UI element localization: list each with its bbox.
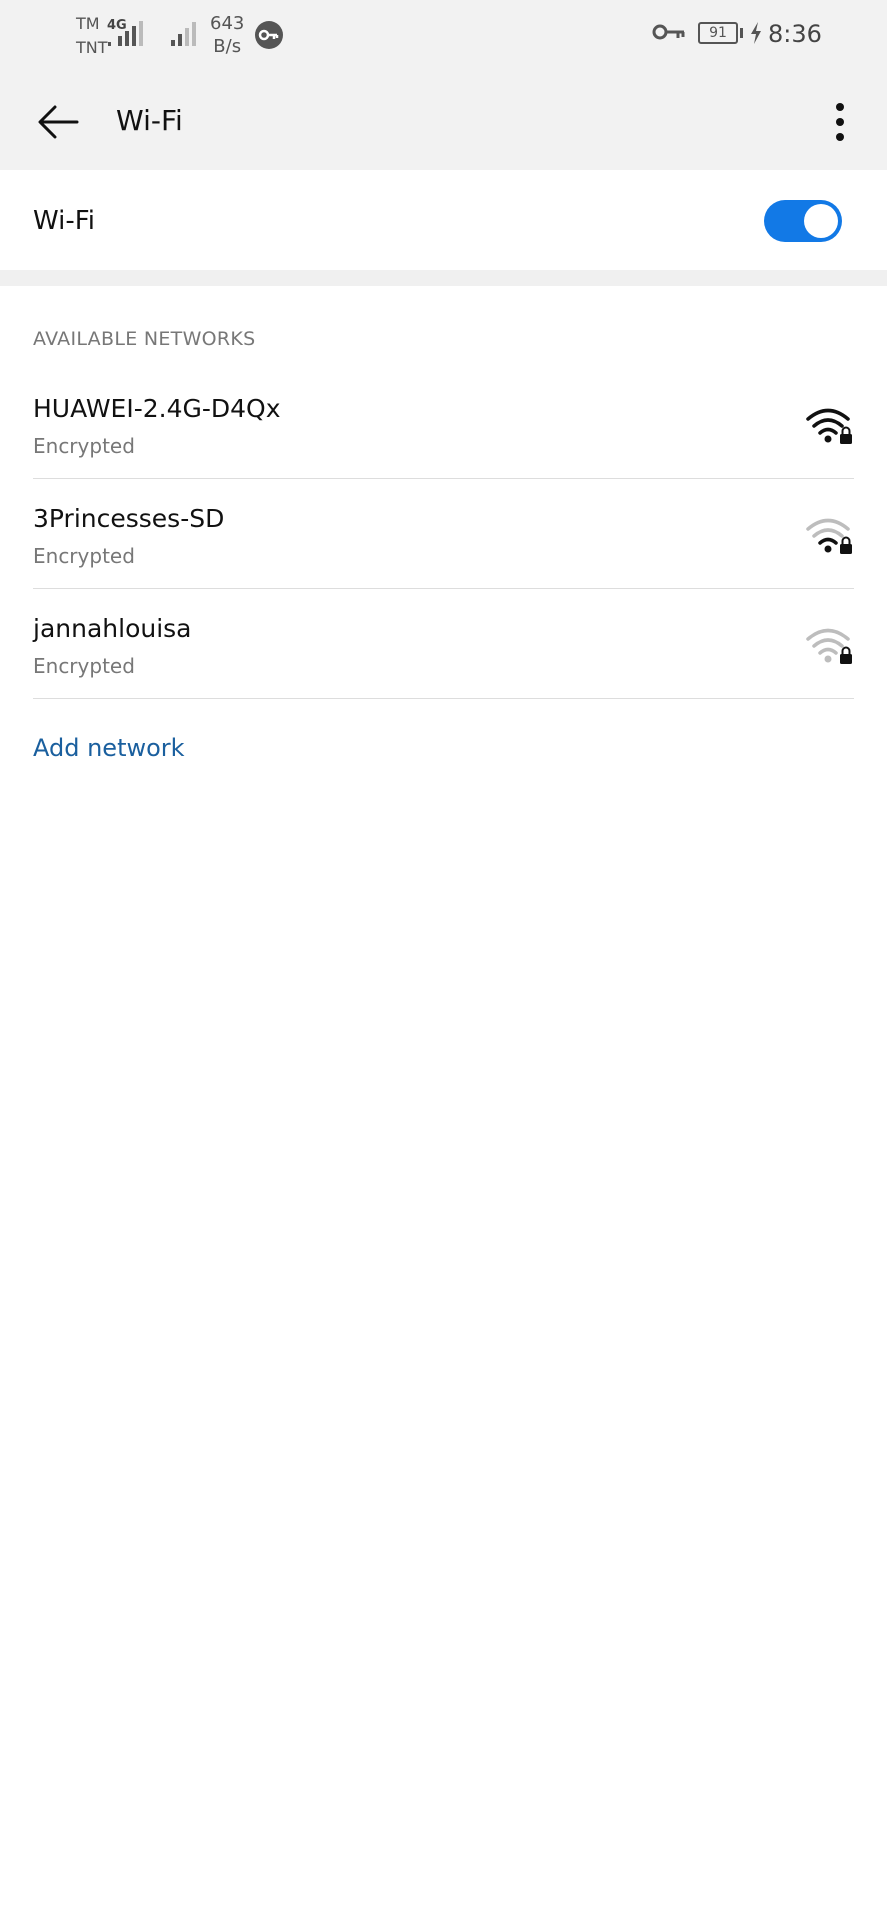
page-title: Wi-Fi [116, 104, 183, 137]
wifi-toggle-label: Wi-Fi [33, 206, 96, 236]
charging-icon [751, 22, 761, 44]
speed-unit: B/s [213, 36, 242, 57]
toggle-knob [804, 204, 838, 238]
network-name: HUAWEI-2.4G-D4Qx [33, 394, 281, 423]
network-list: HUAWEI-2.4G-D4Qx Encrypted 3Princesses-S… [33, 370, 854, 700]
speed-value: 643 [210, 13, 245, 34]
available-networks-header: AVAILABLE NETWORKS [33, 328, 256, 350]
network-item[interactable]: jannahlouisa Encrypted [33, 590, 854, 699]
signal-strength-icon [108, 21, 143, 46]
more-vertical-icon [836, 103, 844, 141]
wifi-locked-icon [806, 518, 852, 554]
section-divider [0, 270, 887, 286]
wifi-toggle-row: Wi-Fi [0, 170, 887, 270]
network-item[interactable]: HUAWEI-2.4G-D4Qx Encrypted [33, 370, 854, 479]
network-name: 3Princesses-SD [33, 504, 225, 533]
clock: 8:36 [768, 20, 822, 48]
battery-level: 91 [698, 22, 738, 44]
network-status: Encrypted [33, 434, 135, 458]
carrier-2: TNT [76, 38, 108, 57]
back-arrow-icon [38, 105, 79, 139]
key-icon [652, 24, 685, 40]
status-bar: TM TNT 4G 643 B/s 91 8:36 [0, 0, 887, 74]
back-button[interactable] [30, 94, 86, 150]
more-options-button[interactable] [816, 94, 864, 150]
carrier-labels: TM TNT [76, 12, 108, 60]
wifi-toggle-switch[interactable] [764, 200, 842, 242]
network-status: Encrypted [33, 654, 135, 678]
network-name: jannahlouisa [33, 614, 192, 643]
battery-tip [740, 28, 743, 38]
carrier-1: TM [76, 14, 100, 33]
network-speed: 643 B/s [210, 12, 244, 58]
app-bar: Wi-Fi [0, 74, 887, 170]
network-status: Encrypted [33, 544, 135, 568]
add-network-link[interactable]: Add network [33, 734, 185, 762]
signal-strength-icon-2 [171, 22, 196, 46]
vpn-icon [255, 21, 283, 49]
wifi-locked-icon [806, 408, 852, 444]
network-item[interactable]: 3Princesses-SD Encrypted [33, 480, 854, 589]
wifi-locked-icon [806, 628, 852, 664]
